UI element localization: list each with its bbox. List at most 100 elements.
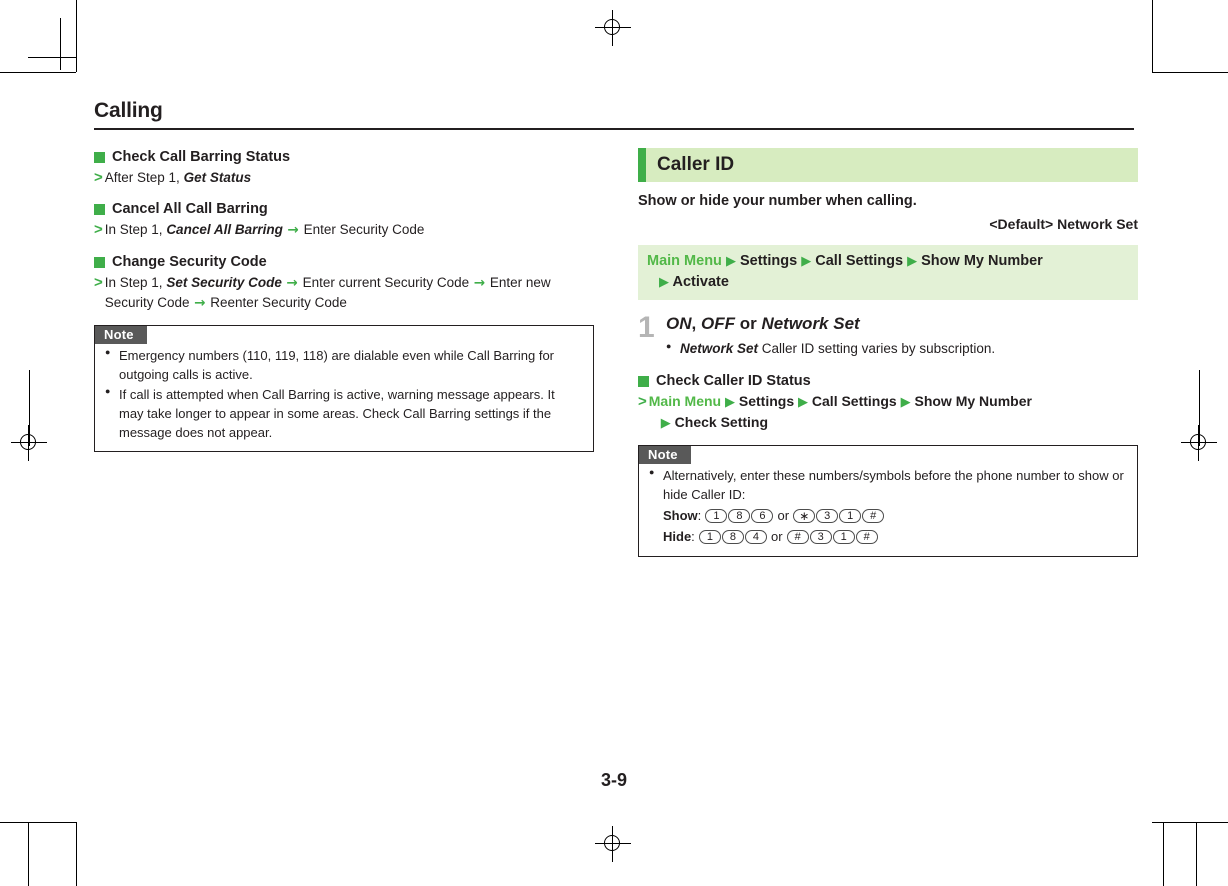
section-accent-bar <box>638 148 646 182</box>
key-1: 1 <box>839 509 862 524</box>
key-asterisk: ∗ <box>793 509 816 524</box>
key-hash: # <box>862 509 885 524</box>
menu-path-line-2: ▶ Activate <box>647 272 1129 293</box>
square-bullet-icon <box>94 152 105 163</box>
menu-path-item-show-my-number: Show My Number <box>921 253 1043 269</box>
procedure-text: Main Menu ▶ Settings ▶ Call Settings ▶ S… <box>649 392 1138 433</box>
triangle-right-icon: ▶ <box>801 254 812 269</box>
key-8: 8 <box>721 530 744 545</box>
step-subnote-term: Network Set <box>680 340 759 356</box>
triangle-right-icon: ▶ <box>659 275 669 291</box>
key-3: 3 <box>816 509 839 524</box>
key-3: 3 <box>809 530 832 545</box>
step-subnote: Network Set Caller ID setting varies by … <box>666 340 1138 359</box>
menu-path-item-activate: Activate <box>672 274 729 291</box>
square-bullet-icon <box>94 257 105 269</box>
keypad-joiner: or <box>771 528 783 544</box>
section-default-setting: <Default> Network Set <box>638 216 1138 232</box>
title-divider <box>94 128 1134 130</box>
arrow-icon: → <box>282 221 304 238</box>
procedure-text: In Step 1, Cancel All Barring → Enter Se… <box>104 221 425 238</box>
key-8: 8 <box>728 509 751 524</box>
document-page: Calling Check Call Barring Status > Afte… <box>0 0 1228 886</box>
menu-path-item-call-settings: Call Settings <box>815 253 904 269</box>
triangle-right-icon: ▶ <box>907 254 918 269</box>
arrow-icon: → <box>281 274 303 291</box>
emphasis-set-security-code: Set Security Code <box>166 274 282 290</box>
subheading-change-security-code: Change Security Code <box>94 253 594 272</box>
emphasis-cancel-all-barring: Cancel All Barring <box>166 221 283 237</box>
key-4: 4 <box>744 530 767 545</box>
keypad-joiner: or <box>777 507 790 523</box>
note-item: Emergency numbers (110, 119, 118) are di… <box>105 346 581 385</box>
menu-path-item-settings: Settings <box>739 253 798 269</box>
step-option-network-set: Network Set <box>761 314 860 334</box>
note-label: Note <box>639 446 691 465</box>
procedure-check-caller-id-status: > Main Menu ▶ Settings ▶ Call Settings ▶… <box>638 392 1138 433</box>
menu-path-root: Main Menu <box>647 253 722 269</box>
left-column: Check Call Barring Status > After Step 1… <box>94 148 594 453</box>
note-list: Emergency numbers (110, 119, 118) are di… <box>95 346 593 442</box>
step-body: ON, OFF or Network Set Network Set Calle… <box>666 314 1138 358</box>
section-title: Caller ID <box>657 154 735 175</box>
triangle-right-icon: ▶ <box>900 395 911 411</box>
greater-than-icon: > <box>94 168 103 186</box>
note-list: Alternatively, enter these numbers/symbo… <box>639 466 1137 547</box>
greater-than-icon: > <box>94 220 103 238</box>
note-item-text: Alternatively, enter these numbers/symbo… <box>663 468 1124 503</box>
subheading-check-caller-id-status: Check Caller ID Status <box>638 372 1138 391</box>
square-bullet-icon <box>638 376 649 388</box>
keypad-row-hide: Hide: 184 or #3 1 # <box>663 528 1125 547</box>
note-box-caller-id: Note Alternatively, enter these numbers/… <box>638 445 1138 557</box>
menu-path-item-call-settings: Call Settings <box>811 393 897 410</box>
key-1: 1 <box>832 530 855 545</box>
menu-path-item-show-my-number: Show My Number <box>914 393 1032 410</box>
greater-than-icon: > <box>94 273 103 291</box>
triangle-right-icon: ▶ <box>798 395 809 411</box>
subheading-check-call-barring-status: Check Call Barring Status <box>94 148 594 167</box>
note-label: Note <box>95 326 147 345</box>
menu-path-item-settings: Settings <box>738 393 795 410</box>
step-option-off: OFF <box>700 314 735 334</box>
key-6: 6 <box>751 509 774 524</box>
key-hash: # <box>855 530 878 545</box>
note-box-call-barring: Note Emergency numbers (110, 119, 118) a… <box>94 325 594 453</box>
default-label: <Default> <box>989 216 1054 232</box>
menu-path-bar-activate: Main Menu ▶ Settings ▶ Call Settings ▶ S… <box>638 245 1138 301</box>
step-option-on: ON <box>666 314 692 334</box>
subheading-label: Cancel All Call Barring <box>112 201 268 218</box>
key-1: 1 <box>698 530 721 545</box>
step-title: ON, OFF or Network Set <box>666 314 860 334</box>
step-1: 1 ON, OFF or Network Set Network Set Cal… <box>638 311 1138 358</box>
default-value: Network Set <box>1057 216 1138 232</box>
keypad-row-label: Show <box>663 507 698 523</box>
emphasis-get-status: Get Status <box>183 169 252 185</box>
key-1: 1 <box>705 509 728 524</box>
note-item: Alternatively, enter these numbers/symbo… <box>649 466 1125 547</box>
keypad-row-show: Show: 186 or ∗ 3 1 # <box>663 507 1125 526</box>
subheading-label: Change Security Code <box>112 254 267 271</box>
right-column: Caller ID Show or hide your number when … <box>638 148 1138 557</box>
step-conjunction: or <box>739 314 757 334</box>
step-number: 1 <box>638 311 655 345</box>
menu-path-item-check-setting: Check Setting <box>674 413 769 430</box>
procedure-change-security-code: > In Step 1, Set Security Code → Enter c… <box>94 273 594 313</box>
greater-than-icon: > <box>638 393 647 411</box>
section-header-caller-id: Caller ID <box>638 148 1138 182</box>
subheading-label: Check Caller ID Status <box>656 373 811 390</box>
triangle-right-icon: ▶ <box>660 415 671 431</box>
subheading-cancel-all-call-barring: Cancel All Call Barring <box>94 200 594 219</box>
page-title: Calling <box>94 99 163 122</box>
procedure-cancel-all-call-barring: > In Step 1, Cancel All Barring → Enter … <box>94 220 594 240</box>
square-bullet-icon <box>94 204 105 216</box>
key-hash: # <box>786 530 809 545</box>
page-number: 3-9 <box>600 770 627 790</box>
triangle-right-icon: ▶ <box>725 254 736 269</box>
keypad-row-label: Hide <box>663 528 692 544</box>
procedure-check-call-barring-status: > After Step 1, Get Status <box>94 168 594 187</box>
subheading-label: Check Call Barring Status <box>112 149 291 165</box>
arrow-icon: → <box>189 295 211 312</box>
procedure-text: After Step 1, Get Status <box>104 169 252 185</box>
step-subnote-text: Caller ID setting varies by subscription… <box>761 340 996 356</box>
menu-path-root: Main Menu <box>648 393 722 410</box>
